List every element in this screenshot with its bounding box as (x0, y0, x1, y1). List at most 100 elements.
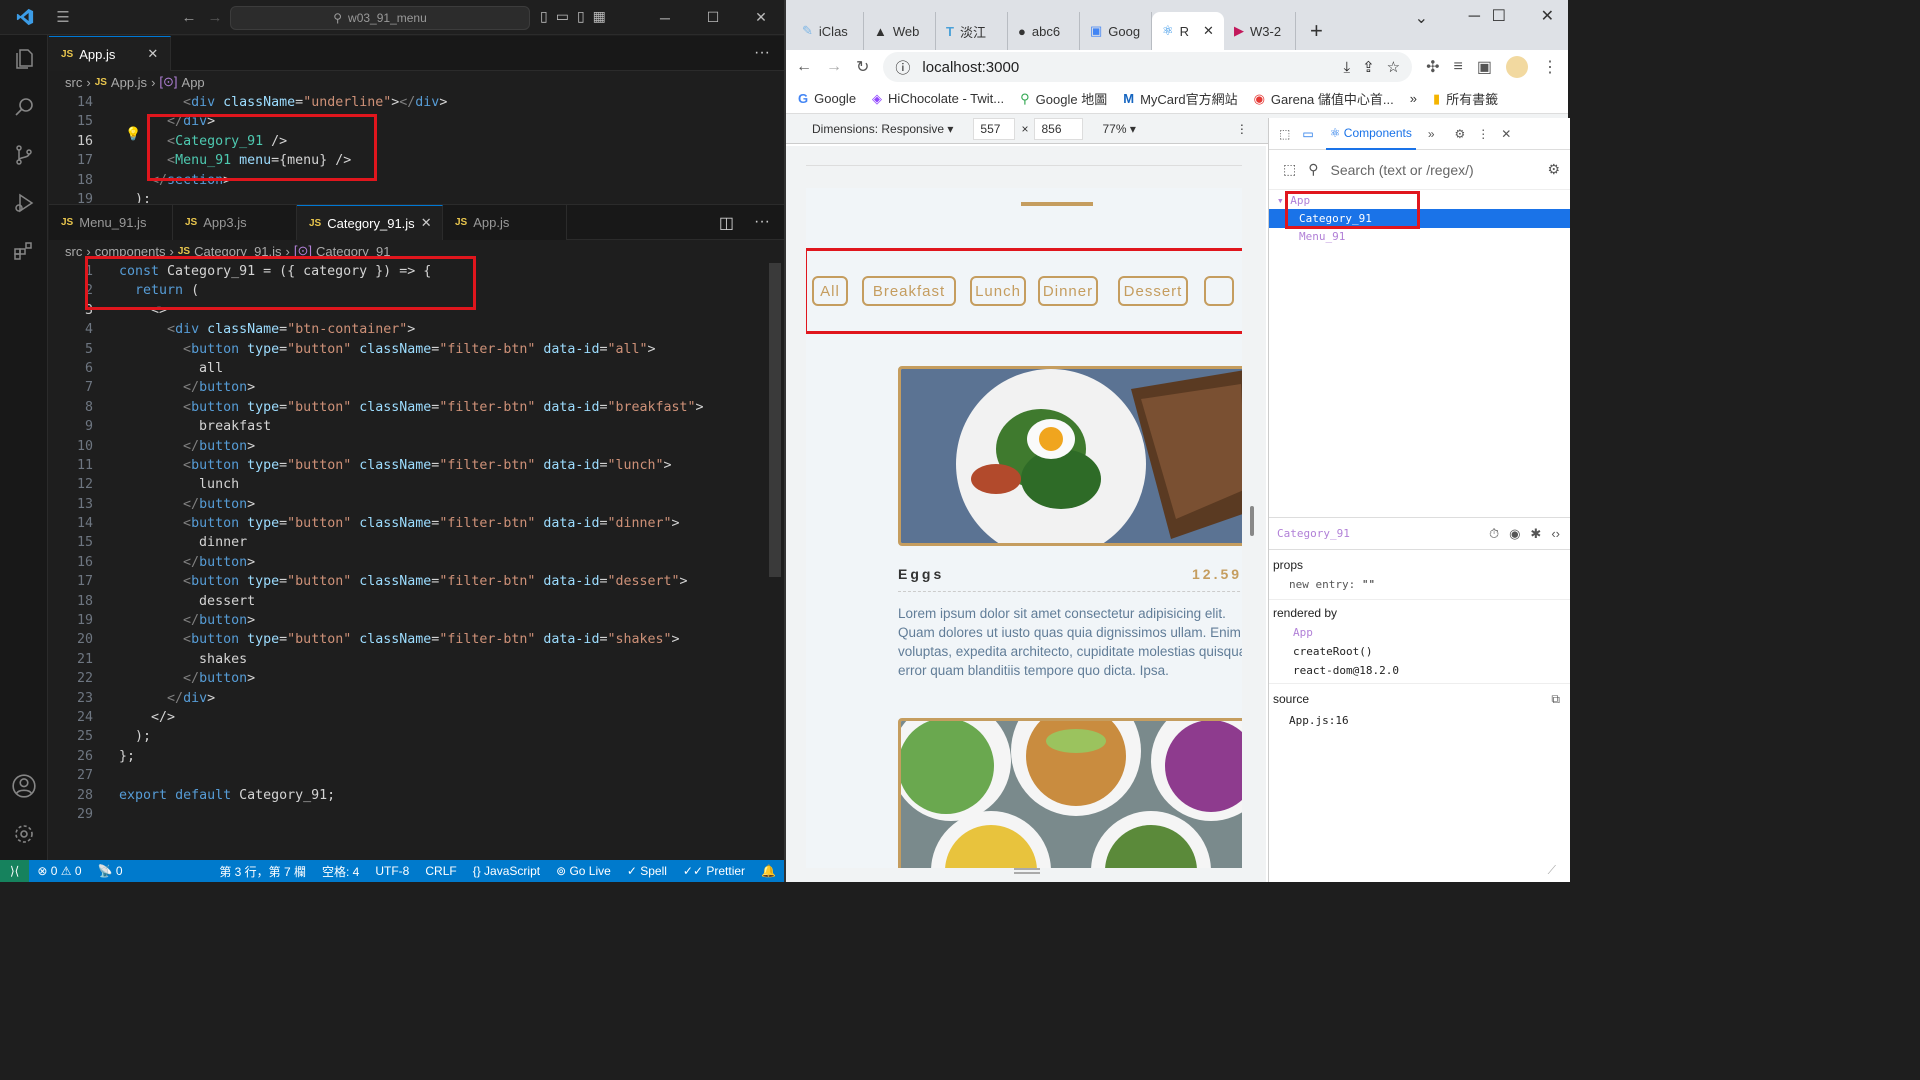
view-source-icon[interactable]: ‹› (1551, 526, 1560, 542)
tab-app-js[interactable]: JS App.js ✕ (49, 36, 172, 71)
lightbulb-icon[interactable]: 💡 (125, 126, 141, 142)
code-line[interactable]: 26}; (49, 747, 784, 766)
device-toggle-icon[interactable]: ▭ (1302, 127, 1313, 141)
new-tab-icon[interactable]: + (1296, 12, 1323, 50)
tree-item-menu-91[interactable]: Menu_91 (1269, 228, 1570, 243)
breadcrumb-item[interactable]: src (65, 244, 82, 259)
tab-menu-91-js[interactable]: JS Menu_91.js (49, 205, 173, 240)
browser-tab[interactable]: ▶ W3-2 (1224, 12, 1296, 50)
spell-button[interactable]: ✓ Spell (619, 864, 675, 878)
explorer-icon[interactable] (0, 35, 48, 83)
encoding[interactable]: UTF-8 (367, 864, 417, 878)
search-view-icon[interactable] (0, 83, 48, 131)
eye-icon[interactable]: ◉ (1509, 526, 1520, 542)
prettier-button[interactable]: ✓✓ Prettier (675, 864, 753, 878)
language-mode[interactable]: {} JavaScript (465, 864, 548, 878)
code-line[interactable]: 28 export default Category_91; (49, 786, 784, 805)
code-line[interactable]: 19 </button> (49, 611, 784, 630)
tab-app3-js[interactable]: JS App3.js (173, 205, 297, 240)
back-icon[interactable]: ← (176, 9, 202, 26)
source-location[interactable]: App.js:16 (1273, 706, 1566, 727)
account-icon[interactable] (0, 762, 48, 810)
toggle-secondary-sidebar-icon[interactable]: ▯ (577, 8, 585, 25)
more-tabs-icon[interactable]: » (1428, 127, 1435, 141)
code-line[interactable]: 21 shakes (49, 650, 784, 669)
extensions-puzzle-icon[interactable]: ✣ (1426, 57, 1439, 77)
command-center[interactable]: ⚲ w03_91_menu (230, 6, 530, 30)
settings-gear-icon[interactable]: ⚙ (1547, 161, 1560, 178)
code-line[interactable]: 6 all (49, 359, 784, 378)
bug-icon[interactable]: ✱ (1530, 526, 1541, 542)
tab-app-js-2[interactable]: JS App.js (443, 205, 567, 240)
more-bookmarks-icon[interactable]: » (1410, 91, 1417, 106)
inspect-element-icon[interactable]: ⬚ (1279, 127, 1290, 141)
bookmark-item[interactable]: ⚲ Google 地圖 (1020, 89, 1107, 108)
browser-tab[interactable]: ✎ iClas (792, 12, 864, 50)
back-icon[interactable]: ← (796, 58, 812, 76)
maximize-icon[interactable]: ☐ (690, 0, 736, 35)
device-more-icon[interactable]: ⋮ (1236, 122, 1248, 136)
code-line[interactable]: 10 </button> (49, 437, 784, 456)
tab-components[interactable]: ⚛ Components (1325, 118, 1416, 150)
timer-icon[interactable]: ⏱ (1489, 526, 1499, 542)
problems-indicator[interactable]: ⊗ 0 ⚠ 0 (29, 864, 89, 878)
cursor-position[interactable]: 第 3 行，第 7 欄 (211, 863, 314, 880)
code-line[interactable]: 14 <div className="underline"></div> (49, 93, 784, 112)
close-tab-icon[interactable]: ✕ (1203, 23, 1214, 39)
viewport-resize-handle[interactable] (1250, 506, 1254, 536)
bookmark-item[interactable]: ◉ Garena 儲值中心首... (1254, 89, 1394, 108)
code-line[interactable]: 20 <button type="button" className="filt… (49, 630, 784, 649)
more-actions-icon[interactable]: ··· (740, 205, 784, 239)
close-window-icon[interactable]: ✕ (1541, 6, 1554, 26)
tab-category-91-js[interactable]: JS Category_91.js ✕ (297, 205, 443, 240)
code-line[interactable]: 23 </div> (49, 689, 784, 708)
ports-indicator[interactable]: 📡 0 (90, 864, 131, 878)
viewport-bottom-handle[interactable] (1014, 868, 1040, 874)
code-line[interactable]: 16 </button> (49, 553, 784, 572)
copy-icon[interactable]: ⧉ (1551, 692, 1560, 707)
remote-icon[interactable]: ⟩⟨ (0, 860, 30, 882)
code-line[interactable]: 13 </button> (49, 495, 784, 514)
new-entry-value[interactable]: "" (1362, 578, 1375, 591)
code-line[interactable]: 14 <button type="button" className="filt… (49, 514, 784, 533)
bookmark-item[interactable]: M MyCard官方網站 (1123, 89, 1237, 108)
code-line[interactable]: 25 ); (49, 727, 784, 746)
code-line[interactable]: 12 lunch (49, 475, 784, 494)
select-element-icon[interactable]: ⬚ (1283, 161, 1296, 178)
browser-tab[interactable]: ▲ Web (864, 12, 936, 50)
maximize-icon[interactable]: ☐ (1492, 6, 1506, 26)
code-line[interactable]: 17 <button type="button" className="filt… (49, 572, 784, 591)
width-input[interactable]: 557 (973, 117, 1016, 140)
all-bookmarks-folder[interactable]: ▮ 所有書籤 (1433, 89, 1498, 108)
reading-list-icon[interactable]: ≡ (1454, 58, 1463, 76)
notifications-bell-icon[interactable]: 🔔 (753, 864, 784, 878)
bookmark-star-icon[interactable]: ☆ (1387, 58, 1400, 76)
close-devtools-icon[interactable]: ✕ (1501, 127, 1511, 141)
profile-avatar[interactable] (1506, 56, 1528, 78)
code-line[interactable]: 15 dinner (49, 533, 784, 552)
install-icon[interactable]: ⤓ (1343, 59, 1350, 76)
zoom-select[interactable]: 77% ▾ (1103, 122, 1136, 136)
component-search-input[interactable]: Search (text or /regex/) (1331, 162, 1474, 178)
menu-icon[interactable]: ☰ (50, 8, 76, 26)
bookmark-item[interactable]: G Google (798, 91, 856, 106)
code-line[interactable]: 29 (49, 805, 784, 824)
share-icon[interactable]: ⇪ (1362, 58, 1375, 76)
code-line[interactable]: 8 <button type="button" className="filte… (49, 398, 784, 417)
rendered-by-app[interactable]: App (1273, 620, 1566, 639)
browser-tab[interactable]: ● abc6 (1008, 12, 1080, 50)
forward-icon[interactable]: → (826, 58, 842, 76)
chrome-menu-icon[interactable]: ⋮ (1542, 57, 1558, 77)
code-line[interactable]: 4 <div className="btn-container"> (49, 320, 784, 339)
line-ending[interactable]: CRLF (417, 864, 464, 878)
code-line[interactable]: 24 </> (49, 708, 784, 727)
tab-search-icon[interactable]: ⌄ (1415, 8, 1428, 28)
go-live-button[interactable]: ⊚ Go Live (548, 864, 619, 878)
code-line[interactable]: 5 <button type="button" className="filte… (49, 340, 784, 359)
devtools-settings-icon[interactable]: ⚙ (1455, 127, 1466, 141)
devtools-menu-icon[interactable]: ⋮ (1477, 127, 1489, 141)
site-info-icon[interactable]: ⓘ (895, 57, 910, 78)
close-tab-icon[interactable]: ✕ (147, 46, 158, 62)
resize-corner-icon[interactable]: ⟋ (1548, 863, 1556, 878)
code-line[interactable]: 19 ); (49, 190, 784, 203)
